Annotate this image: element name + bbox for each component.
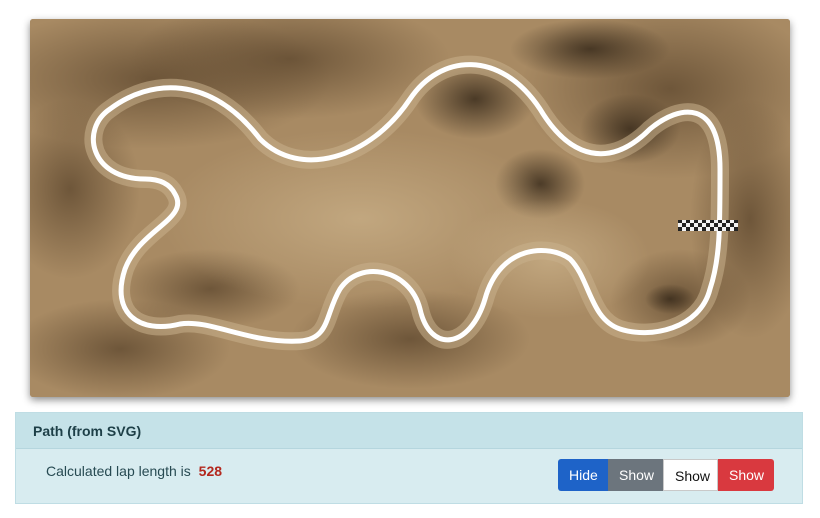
checkered-finish-line-icon bbox=[678, 220, 738, 231]
show-red-button[interactable]: Show bbox=[718, 459, 774, 491]
show-grey-button[interactable]: Show bbox=[608, 459, 663, 491]
track-map-svg bbox=[30, 19, 790, 397]
lap-length-label: Calculated lap length is bbox=[46, 463, 191, 479]
lap-length-value: 528 bbox=[198, 463, 223, 479]
panel-body: Calculated lap length is 528 Hide Show S… bbox=[16, 449, 802, 503]
visibility-button-group: Hide Show Show Show bbox=[558, 459, 774, 491]
track-map bbox=[30, 19, 790, 397]
lap-length-text: Calculated lap length is 528 bbox=[46, 463, 222, 479]
show-white-button[interactable]: Show bbox=[663, 459, 718, 491]
hide-button[interactable]: Hide bbox=[558, 459, 608, 491]
path-panel: Path (from SVG) Calculated lap length is… bbox=[15, 412, 803, 504]
panel-title: Path (from SVG) bbox=[16, 413, 802, 449]
